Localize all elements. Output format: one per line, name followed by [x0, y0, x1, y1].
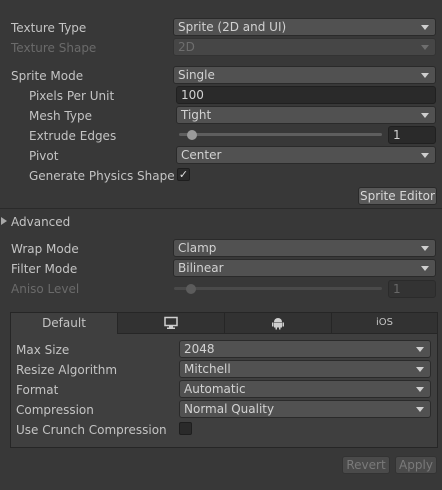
compression-dropdown[interactable]: Normal Quality — [179, 400, 431, 418]
pivot-value: Center — [181, 148, 222, 162]
chevron-down-icon — [416, 387, 424, 392]
wrap-mode-dropdown[interactable]: Clamp — [173, 239, 436, 257]
pivot-label: Pivot — [29, 149, 59, 163]
sprite-mode-value: Single — [178, 68, 215, 82]
wrap-mode-value: Clamp — [178, 241, 217, 255]
chevron-down-icon — [421, 45, 429, 50]
chevron-down-icon — [416, 407, 424, 412]
use-crunch-compression-label: Use Crunch Compression — [16, 423, 167, 437]
pivot-dropdown[interactable]: Center — [176, 146, 436, 164]
resize-algorithm-label: Resize Algorithm — [16, 363, 118, 377]
chevron-down-icon — [421, 113, 429, 118]
advanced-label: Advanced — [11, 215, 71, 229]
resize-algorithm-value: Mitchell — [184, 362, 231, 376]
pixels-per-unit-field[interactable]: 100 — [176, 86, 436, 104]
texture-type-dropdown[interactable]: Sprite (2D and UI) — [173, 18, 436, 36]
aniso-level-label: Aniso Level — [11, 282, 80, 296]
compression-value: Normal Quality — [184, 402, 275, 416]
aniso-level-slider-track — [174, 287, 382, 290]
extrude-edges-slider-track[interactable] — [179, 133, 382, 136]
texture-shape-dropdown: 2D — [173, 38, 436, 56]
max-size-label: Max Size — [16, 343, 70, 357]
filter-mode-label: Filter Mode — [11, 262, 78, 276]
advanced-foldout[interactable]: Advanced — [0, 212, 200, 232]
monitor-icon — [164, 316, 178, 329]
chevron-down-icon — [421, 153, 429, 158]
use-crunch-compression-checkbox[interactable] — [179, 422, 192, 435]
foldout-arrow-icon — [1, 217, 7, 225]
max-size-dropdown[interactable]: 2048 — [179, 340, 431, 358]
chevron-down-icon — [416, 367, 424, 372]
texture-type-label: Texture Type — [11, 21, 87, 35]
texture-shape-value: 2D — [178, 40, 195, 54]
mesh-type-value: Tight — [181, 108, 212, 122]
chevron-down-icon — [416, 347, 424, 352]
wrap-mode-label: Wrap Mode — [11, 242, 79, 256]
format-dropdown[interactable]: Automatic — [179, 380, 431, 398]
generate-physics-shape-label: Generate Physics Shape — [29, 169, 175, 183]
compression-label: Compression — [16, 403, 94, 417]
aniso-level-slider-thumb — [185, 284, 196, 294]
extrude-edges-slider-thumb[interactable] — [186, 130, 197, 140]
chevron-down-icon — [421, 25, 429, 30]
chevron-down-icon — [421, 73, 429, 78]
revert-button[interactable]: Revert — [342, 456, 390, 474]
tab-ios[interactable]: iOS — [331, 312, 438, 334]
chevron-down-icon — [421, 246, 429, 251]
aniso-level-field: 1 — [388, 280, 436, 298]
tab-default[interactable]: Default — [10, 312, 118, 334]
texture-shape-label: Texture Shape — [11, 41, 97, 55]
filter-mode-dropdown[interactable]: Bilinear — [173, 259, 436, 277]
extrude-edges-label: Extrude Edges — [29, 129, 117, 143]
section-divider — [0, 208, 442, 209]
pixels-per-unit-label: Pixels Per Unit — [29, 89, 115, 103]
extrude-edges-field[interactable]: 1 — [388, 126, 436, 144]
android-icon — [272, 318, 284, 330]
apply-button[interactable]: Apply — [395, 456, 437, 474]
sprite-editor-button[interactable]: Sprite Editor — [358, 187, 437, 205]
mesh-type-dropdown[interactable]: Tight — [176, 106, 436, 124]
generate-physics-shape-checkbox[interactable]: ✓ — [177, 168, 190, 181]
tab-standalone[interactable] — [117, 312, 225, 334]
format-value: Automatic — [184, 382, 246, 396]
chevron-down-icon — [421, 266, 429, 271]
filter-mode-value: Bilinear — [178, 261, 224, 275]
mesh-type-label: Mesh Type — [29, 109, 92, 123]
format-label: Format — [16, 383, 59, 397]
resize-algorithm-dropdown[interactable]: Mitchell — [179, 360, 431, 378]
max-size-value: 2048 — [184, 342, 215, 356]
sprite-mode-label: Sprite Mode — [11, 69, 84, 83]
tab-android[interactable] — [224, 312, 332, 334]
checkmark-icon: ✓ — [178, 168, 189, 181]
texture-type-value: Sprite (2D and UI) — [178, 20, 287, 34]
sprite-mode-dropdown[interactable]: Single — [173, 66, 436, 84]
